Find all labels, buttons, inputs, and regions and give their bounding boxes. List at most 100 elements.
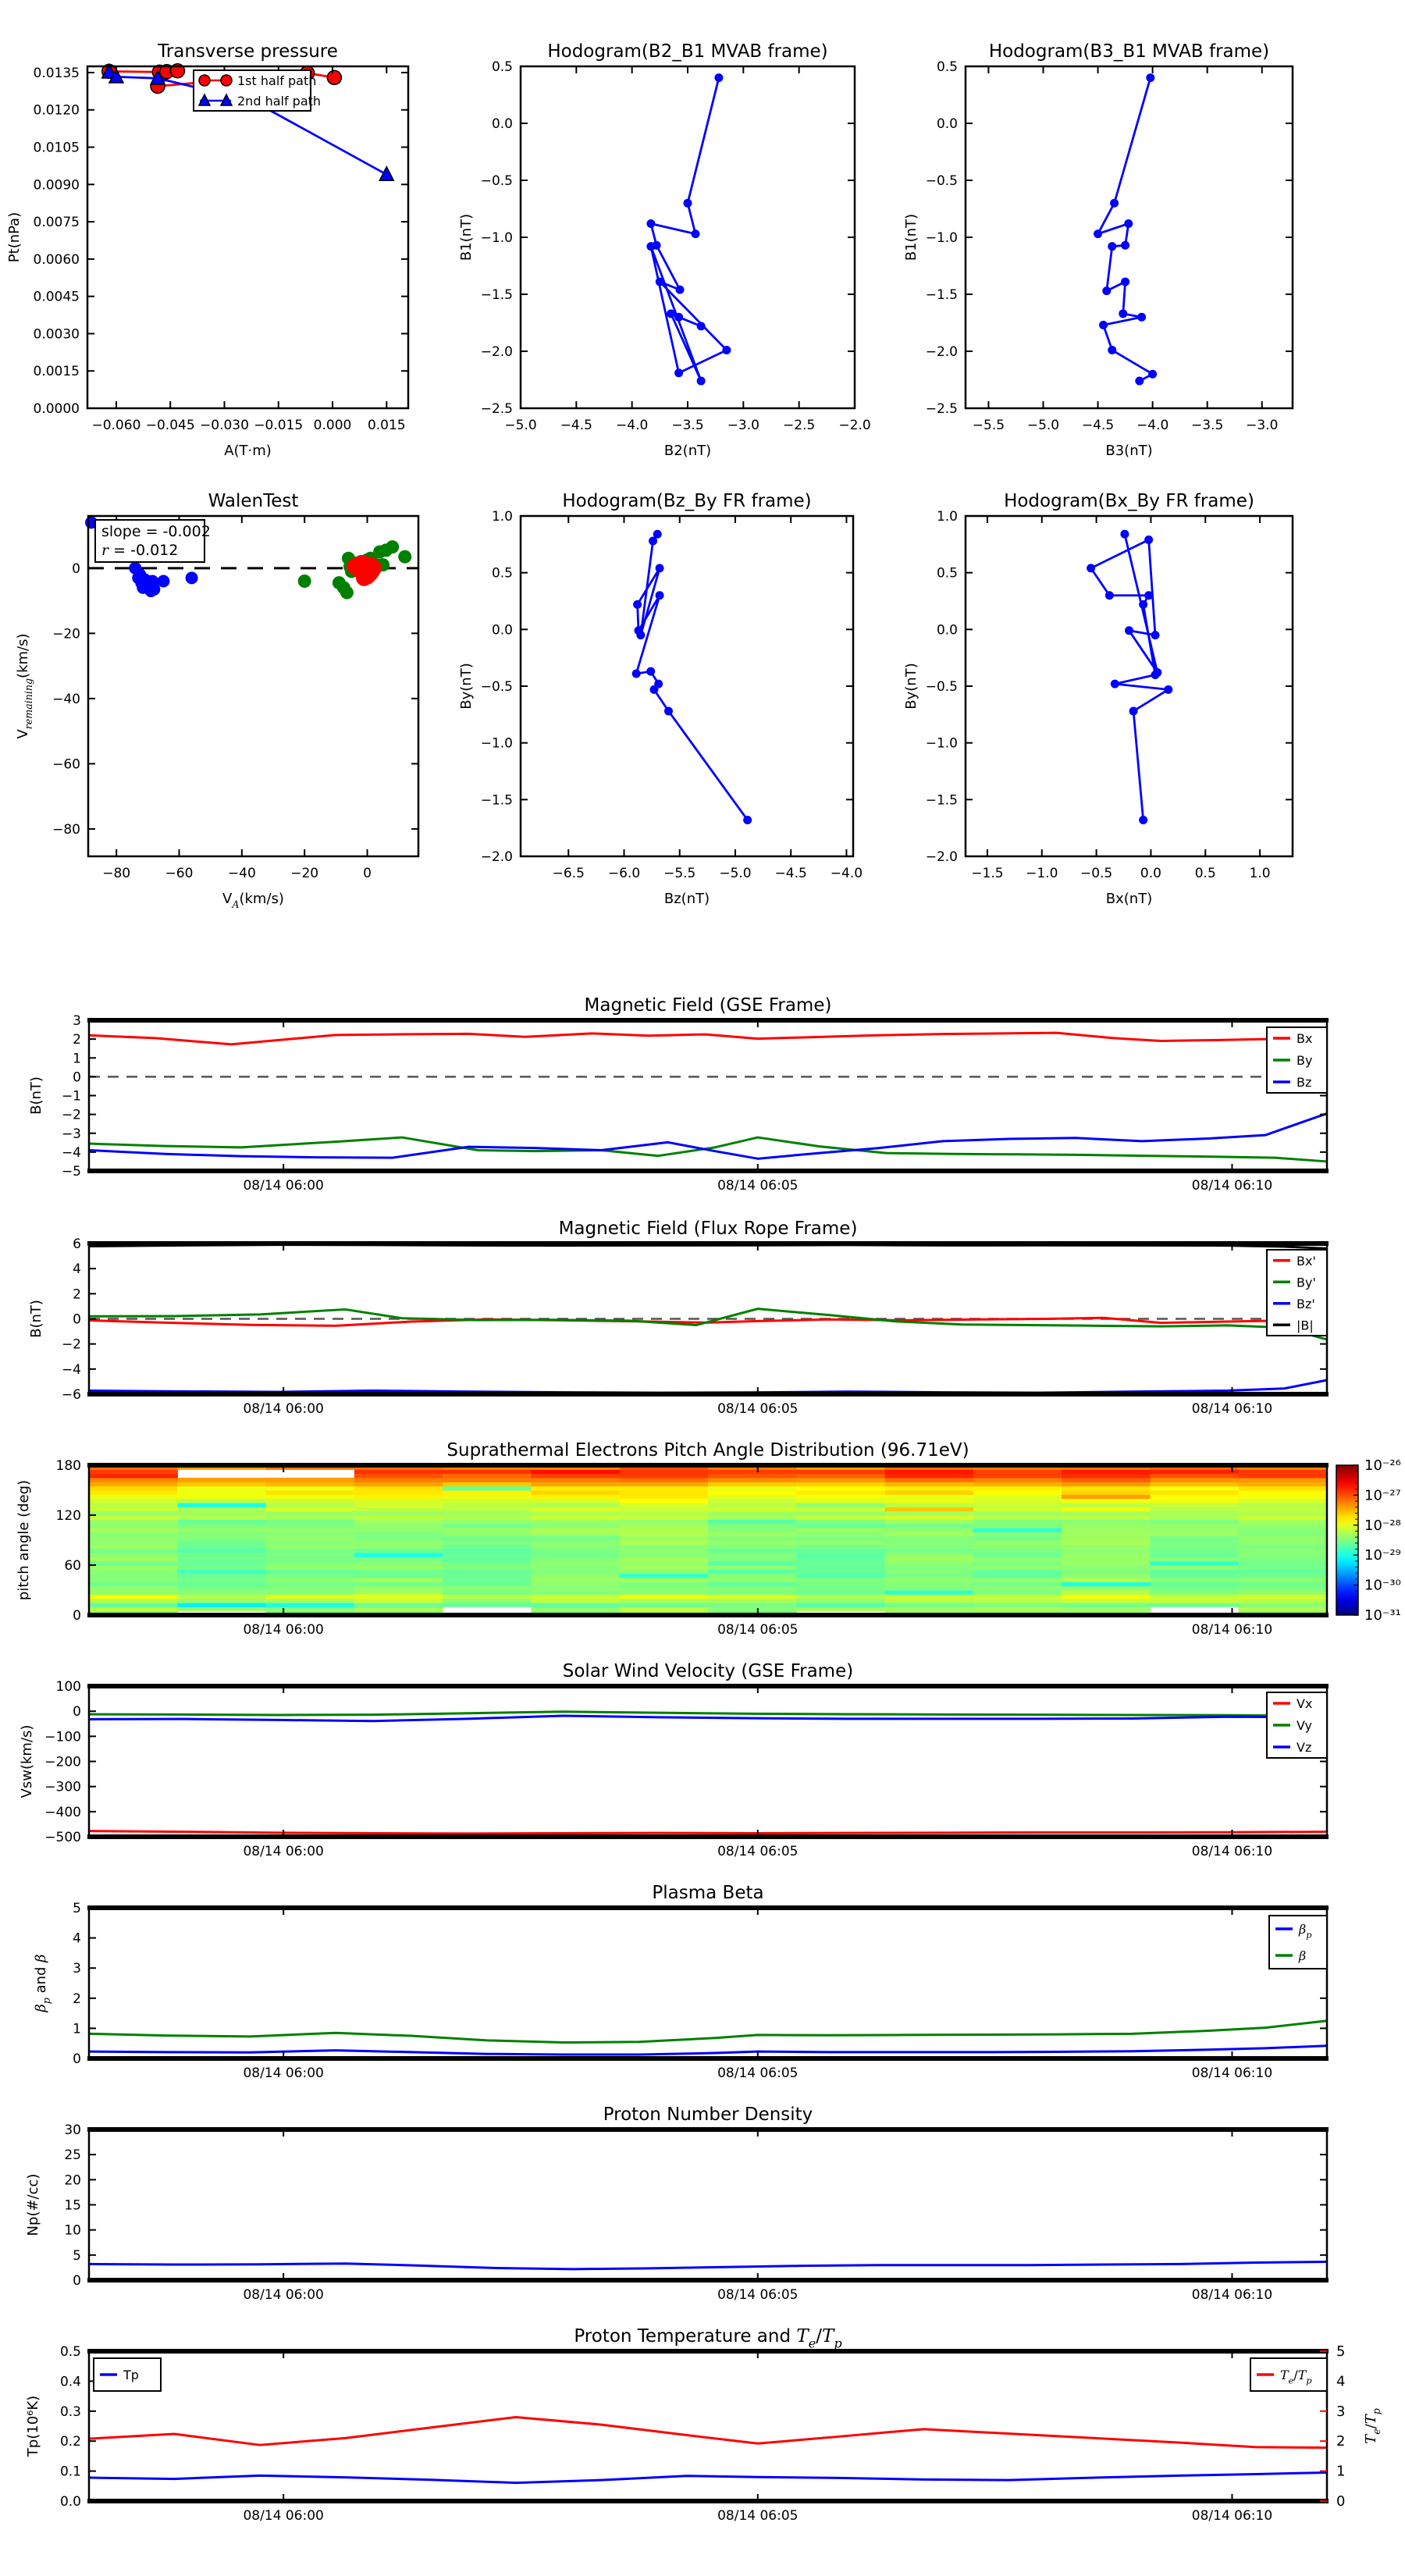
y-tick-label: −1.5 <box>926 792 958 808</box>
heatmap-cell <box>89 1585 178 1591</box>
colorbar: 10⁻²⁶ 10⁻²⁷ 10⁻²⁸ 10⁻²⁹ 10⁻³⁰ 10⁻³¹ <box>1336 1457 1401 1624</box>
colorbar-tick-label: 10⁻²⁸ <box>1364 1517 1401 1534</box>
heatmap-cell <box>177 1578 267 1582</box>
heatmap-cell <box>884 1498 974 1503</box>
circle-marker <box>1108 346 1117 355</box>
heatmap-cell <box>1150 1482 1240 1487</box>
legend: Te/Tp <box>1250 2357 1328 2392</box>
heatmap-cell <box>1062 1485 1151 1491</box>
time-tick-label: 08/14 06:10 <box>1192 2508 1272 2524</box>
heatmap-cell <box>531 1515 621 1520</box>
heatmap-cell <box>619 1482 709 1487</box>
x-tick-label: −3.0 <box>1246 418 1278 433</box>
x-axis-label: A(T·m) <box>224 443 272 459</box>
heatmap-cell <box>177 1585 267 1591</box>
heatmap-cell <box>531 1606 621 1612</box>
heatmap-cell <box>619 1535 709 1541</box>
panel-mag-fr: 08/14 06:00 08/14 06:05 08/14 06:10 6 4 2 0 −2 −… <box>28 1219 1329 1417</box>
heatmap-cell <box>1062 1535 1151 1541</box>
heatmap-cell <box>265 1582 355 1587</box>
heatmap-cell <box>619 1540 709 1545</box>
heatmap-cell <box>89 1510 178 1516</box>
series-Vy <box>88 1710 1328 1717</box>
heatmap-cell <box>1062 1594 1151 1599</box>
heatmap-cell <box>265 1553 355 1557</box>
heatmap-cell <box>884 1544 974 1550</box>
heatmap-cell <box>1150 1560 1240 1566</box>
panel-hodogram-b3b1: −5.5 −5.0 −4.5 −4.0 −3.5 −3.0 0.5 0.0 −0.5 −1.0 −1… <box>903 41 1294 459</box>
heatmap-cell <box>708 1510 797 1516</box>
heatmap-cell <box>89 1578 178 1582</box>
heatmap-cell <box>1150 1503 1240 1507</box>
heatmap-cell <box>884 1490 974 1495</box>
time-tick-label: 08/14 06:00 <box>243 1844 323 1859</box>
time-tick-label: 08/14 06:00 <box>243 2065 323 2081</box>
y-tick-label: 25 <box>64 2147 81 2163</box>
heatmap-cell <box>796 1553 886 1557</box>
heatmap-cell <box>796 1582 886 1587</box>
heatmap-cell <box>354 1535 443 1541</box>
heatmap-cell <box>531 1490 621 1495</box>
x-tick-label: 0.5 <box>1195 866 1216 881</box>
y-tick-label: −80 <box>52 822 80 838</box>
heatmap-cell <box>354 1482 443 1487</box>
time-tick-label: 08/14 06:10 <box>1192 1401 1272 1417</box>
heatmap-cell <box>177 1606 267 1612</box>
heatmap-cell <box>354 1544 443 1550</box>
panel-title: Hodogram(B3_B1 MVAB frame) <box>989 41 1269 62</box>
panel-hodogram-b2b1: −5.0 −4.5 −4.0 −3.5 −3.0 −2.5 −2.0 0.5 0.0 −0.5 −1… <box>458 41 871 459</box>
heatmap-cell <box>1238 1528 1328 1532</box>
heatmap-cell <box>619 1528 709 1532</box>
heatmap-cell <box>443 1557 532 1562</box>
time-tick-label: 08/14 06:00 <box>243 1401 323 1417</box>
heatmap-cell <box>531 1503 621 1507</box>
heatmap-cell <box>708 1565 797 1570</box>
heatmap-cell <box>1150 1535 1240 1541</box>
heatmap-cell <box>796 1498 886 1503</box>
heatmap-cell <box>265 1519 355 1525</box>
x-tick-label: −5.0 <box>504 418 536 433</box>
circle-marker <box>691 229 700 239</box>
heatmap-cell <box>973 1519 1062 1525</box>
heatmap-cell <box>443 1528 532 1532</box>
colorbar-tick-label: 10⁻³⁰ <box>1364 1578 1401 1594</box>
circle-marker <box>297 575 311 589</box>
circle-marker <box>198 74 211 87</box>
circle-marker <box>646 667 656 676</box>
legend: Bx By Bz <box>1266 1026 1328 1094</box>
x-tick-label: −2.5 <box>783 418 815 433</box>
series-hodogram-path <box>1087 529 1173 824</box>
y-tick-label: 0.0 <box>60 2494 81 2510</box>
heatmap-cell <box>1150 1498 1240 1503</box>
heatmap-cell <box>1238 1478 1328 1482</box>
circle-marker <box>1121 277 1130 286</box>
heatmap-cell <box>443 1603 532 1607</box>
heatmap-cell <box>884 1578 974 1582</box>
heatmap-cell <box>1238 1569 1328 1574</box>
series-beta-p <box>88 2044 1328 2056</box>
heatmap-cell <box>1238 1498 1328 1503</box>
heatmap-cell <box>1238 1494 1328 1500</box>
heatmap-cell <box>177 1535 267 1541</box>
heatmap-cell <box>1150 1532 1240 1537</box>
heatmap-cell <box>973 1582 1062 1587</box>
panel-transverse-pressure: −0.060 −0.045 −0.030 −0.015 0.000 0.015 0.0000… <box>6 41 410 459</box>
heatmap-cell <box>89 1569 178 1574</box>
heatmap-cell <box>89 1485 178 1491</box>
heatmap-cell <box>619 1565 709 1570</box>
heatmap-cell <box>177 1528 267 1532</box>
heatmap-cell <box>1150 1590 1240 1595</box>
legend-item-label: 2nd half path <box>237 94 321 109</box>
heatmap-cell <box>708 1573 797 1578</box>
heatmap-cell <box>796 1510 886 1516</box>
heatmap-cell <box>1238 1603 1328 1607</box>
y-tick-label: 180 <box>56 1458 81 1474</box>
heatmap-cell <box>796 1490 886 1495</box>
heatmap-cell <box>354 1510 443 1516</box>
heatmap-cell <box>89 1594 178 1599</box>
y-tick-label: −200 <box>44 1755 81 1770</box>
figure-root: −0.060 −0.045 −0.030 −0.015 0.000 0.015 0.0000… <box>0 0 1405 2576</box>
heatmap-cell <box>443 1532 532 1537</box>
heatmap-cell <box>1150 1515 1240 1520</box>
y-tick-label: 30 <box>64 2122 81 2138</box>
